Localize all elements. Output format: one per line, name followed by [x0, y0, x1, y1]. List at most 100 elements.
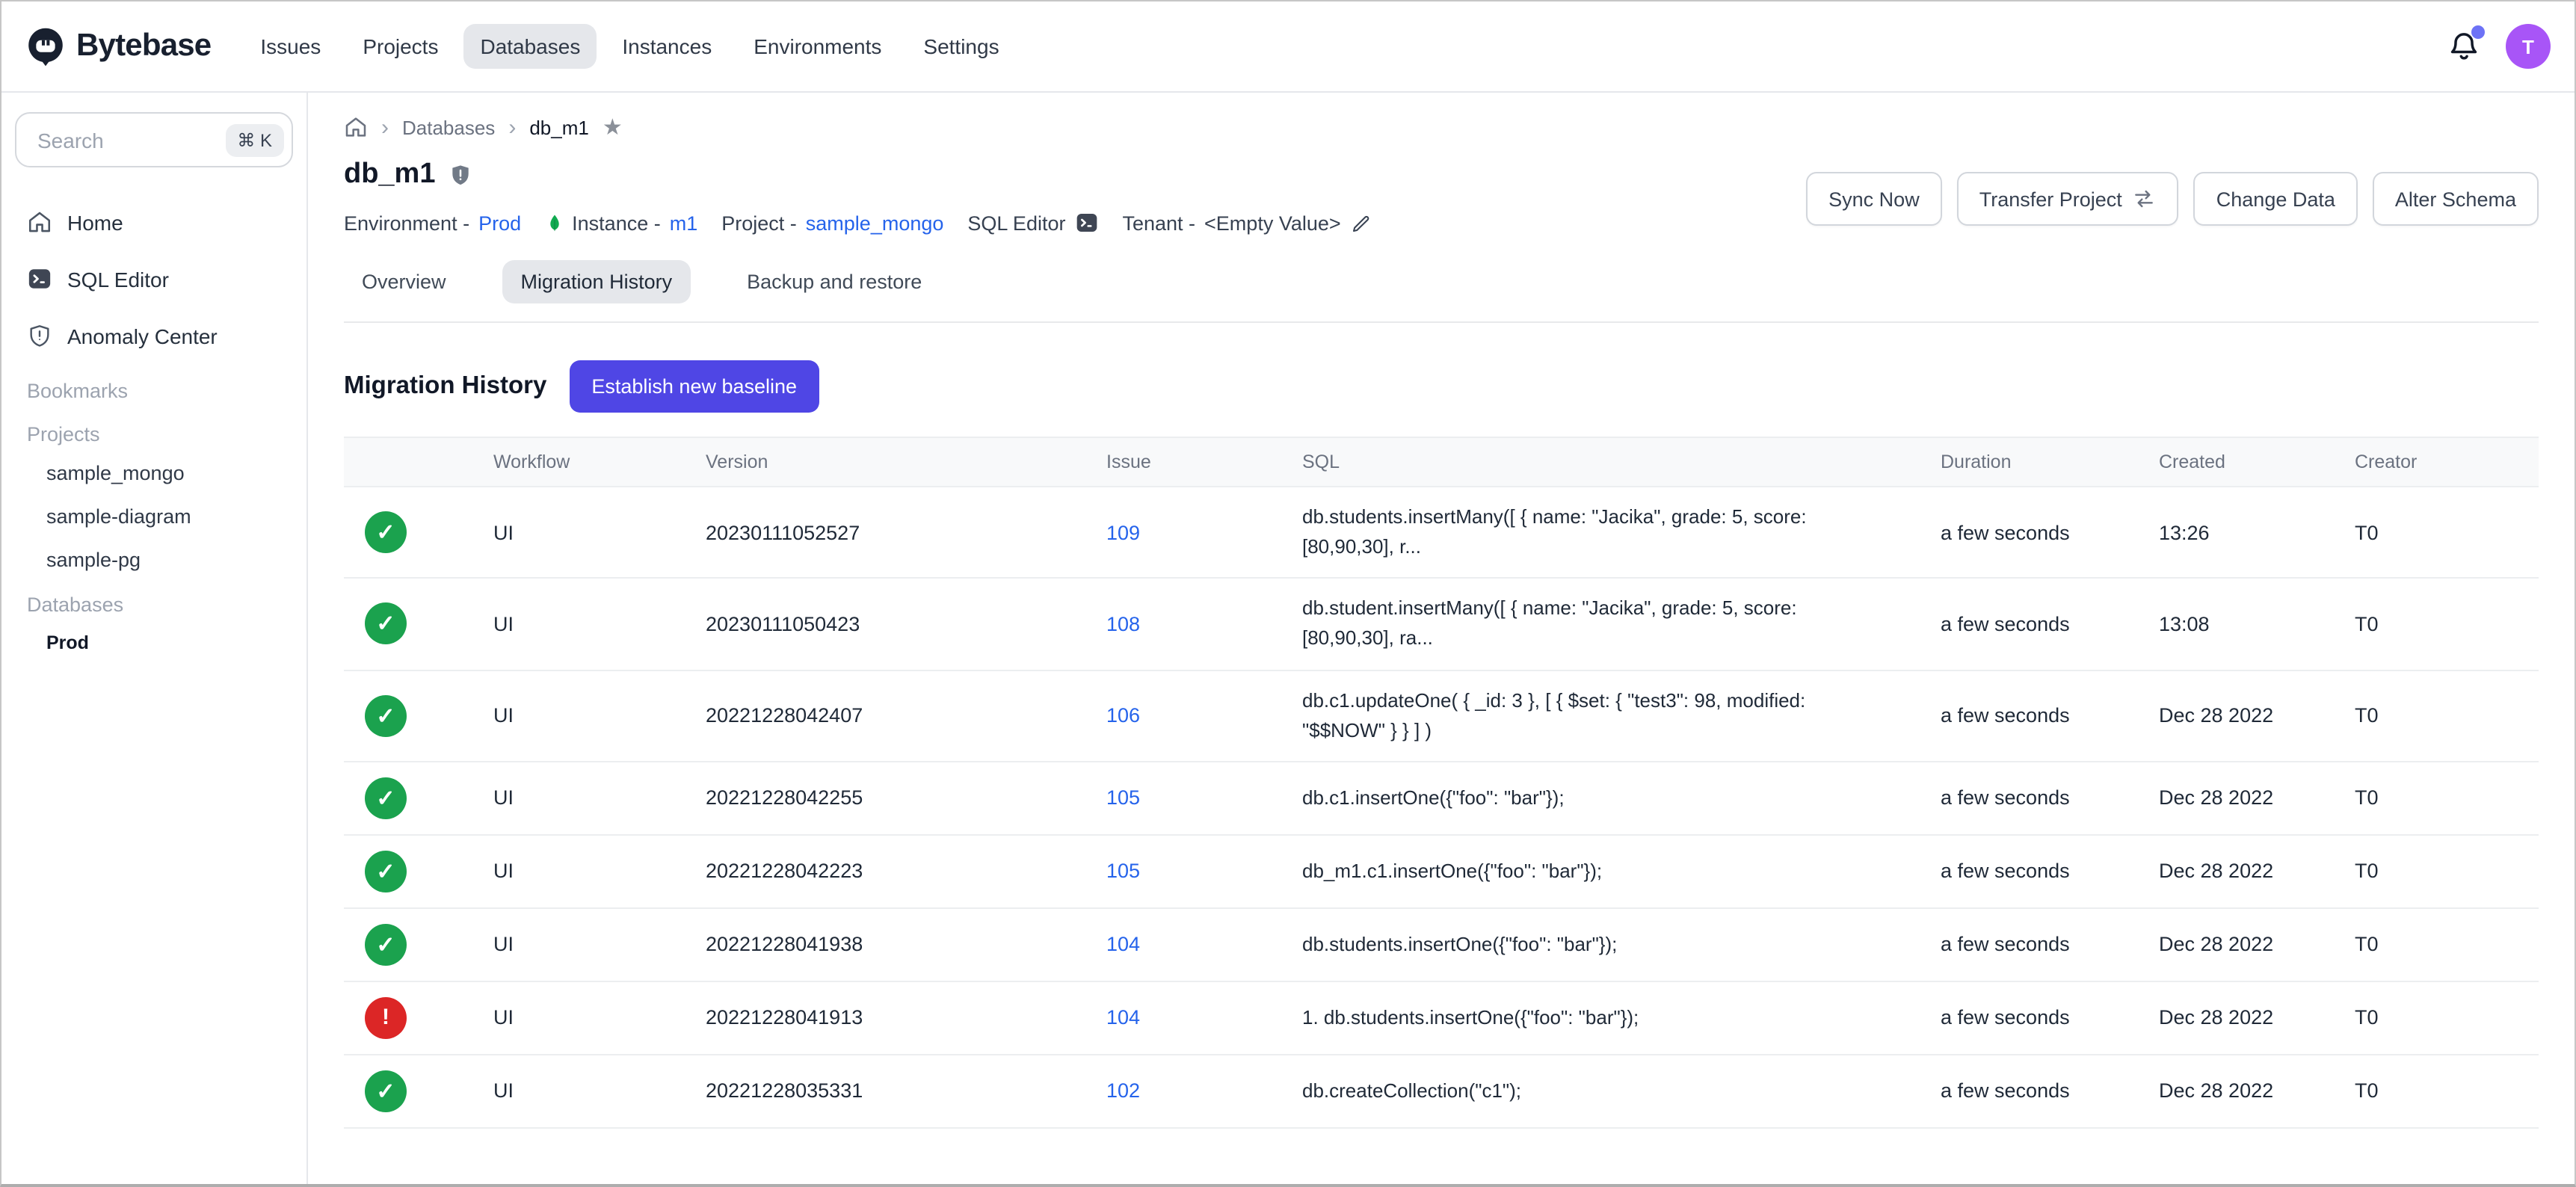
workflow-cell: UI [493, 598, 706, 650]
version-cell: 20221228041913 [706, 992, 1106, 1044]
alter-schema-button[interactable]: Alter Schema [2373, 172, 2539, 226]
table-header-row: Workflow Version Issue SQL Duration Crea… [344, 438, 2539, 487]
meta-environment: Environment - Prod [344, 212, 521, 234]
tab-overview[interactable]: Overview [344, 260, 464, 303]
duration-cell: a few seconds [1941, 1065, 2159, 1117]
action-buttons: Sync Now Transfer Project Change Data Al… [1806, 172, 2539, 226]
issue-link[interactable]: 108 [1106, 613, 1140, 635]
issue-cell: 105 [1106, 845, 1302, 898]
nav-issues[interactable]: Issues [244, 24, 337, 69]
issue-link[interactable]: 106 [1106, 704, 1140, 727]
nav-environments[interactable]: Environments [737, 24, 898, 69]
instance-link[interactable]: m1 [670, 212, 698, 234]
sidebar-item-sql-editor[interactable]: SQL Editor [15, 257, 293, 300]
nav-instances[interactable]: Instances [606, 24, 728, 69]
duration-cell: a few seconds [1941, 772, 2159, 824]
search-box: ⌘ K [15, 112, 293, 167]
nav-projects[interactable]: Projects [346, 24, 455, 69]
table-row: ✓ UI 20221228042255 105 db.c1.insertOne(… [344, 762, 2539, 836]
meta-sql-editor[interactable]: SQL Editor [967, 211, 1098, 235]
issue-link[interactable]: 104 [1106, 1007, 1140, 1029]
version-cell: 20221228042255 [706, 772, 1106, 824]
issue-link[interactable]: 104 [1106, 934, 1140, 956]
workflow-cell: UI [493, 845, 706, 898]
status-cell: ✓ [344, 909, 493, 981]
status-cell: ✓ [344, 762, 493, 834]
breadcrumb-databases[interactable]: Databases [402, 116, 495, 138]
table-row: ✓ UI 20221228035331 102 db.createCollect… [344, 1055, 2539, 1129]
user-avatar[interactable]: T [2506, 24, 2551, 69]
header-created: Created [2159, 438, 2355, 486]
tab-migration-history[interactable]: Migration History [503, 260, 691, 303]
table-row: ! UI 20221228041913 104 1. db.students.i… [344, 982, 2539, 1055]
nav-settings[interactable]: Settings [907, 24, 1015, 69]
tab-backup-and-restore[interactable]: Backup and restore [729, 260, 940, 303]
sidebar-project-sample-pg[interactable]: sample-pg [15, 541, 293, 579]
project-link[interactable]: sample_mongo [806, 212, 944, 234]
sidebar-item-label: SQL Editor [67, 267, 169, 291]
sidebar-item-anomaly-center[interactable]: Anomaly Center [15, 314, 293, 357]
issue-link[interactable]: 105 [1106, 860, 1140, 883]
issue-cell: 104 [1106, 919, 1302, 971]
table-row: ✓ UI 20230111052527 109 db.students.inse… [344, 487, 2539, 579]
sidebar-item-home[interactable]: Home [15, 200, 293, 244]
home-icon [27, 209, 52, 235]
star-icon[interactable]: ★ [603, 116, 623, 138]
tenant-label: Tenant - [1122, 212, 1195, 234]
header-version: Version [706, 438, 1106, 486]
sidebar-database-prod[interactable]: Prod [15, 625, 293, 661]
pencil-icon[interactable] [1350, 212, 1372, 234]
created-cell: Dec 28 2022 [2159, 689, 2355, 742]
sidebar-section-projects: Projects [15, 414, 293, 454]
version-cell: 20230111050423 [706, 598, 1106, 650]
creator-cell: T0 [2355, 689, 2539, 742]
sql-cell: db.students.insertMany([ { name: "Jacika… [1302, 487, 1941, 578]
issue-link[interactable]: 109 [1106, 521, 1140, 543]
status-icon: ! [365, 997, 407, 1039]
notification-bell-button[interactable] [2447, 30, 2480, 63]
main-content: › Databases › db_m1 ★ db_m1 [308, 93, 2575, 1184]
issue-link[interactable]: 105 [1106, 787, 1140, 810]
duration-cell: a few seconds [1941, 919, 2159, 971]
sync-now-button[interactable]: Sync Now [1806, 172, 1942, 226]
created-cell: 13:08 [2159, 598, 2355, 650]
sql-cell: db.createCollection("c1"); [1302, 1061, 1941, 1121]
issue-cell: 108 [1106, 598, 1302, 650]
issue-cell: 102 [1106, 1065, 1302, 1117]
bytebase-logo[interactable]: Bytebase [25, 26, 211, 67]
duration-cell: a few seconds [1941, 689, 2159, 742]
change-data-button[interactable]: Change Data [2194, 172, 2358, 226]
version-cell: 20221228041938 [706, 919, 1106, 971]
terminal-icon [27, 266, 52, 292]
transfer-project-label: Transfer Project [1979, 188, 2122, 210]
header-issue: Issue [1106, 438, 1302, 486]
shield-icon [449, 161, 473, 188]
establish-baseline-button[interactable]: Establish new baseline [569, 360, 819, 413]
bytebase-logo-icon [25, 26, 66, 67]
version-cell: 20221228035331 [706, 1065, 1106, 1117]
top-navbar: Bytebase Issues Projects Databases Insta… [1, 1, 2575, 93]
bytebase-app: Bytebase Issues Projects Databases Insta… [0, 0, 2576, 1187]
sidebar-project-sample-diagram[interactable]: sample-diagram [15, 498, 293, 535]
sidebar-project-sample-mongo[interactable]: sample_mongo [15, 454, 293, 492]
workflow-cell: UI [493, 506, 706, 558]
chevron-right-icon: › [508, 116, 516, 138]
table-row: ✓ UI 20221228041938 104 db.students.inse… [344, 909, 2539, 982]
nav-databases[interactable]: Databases [463, 24, 597, 69]
table-row: ✓ UI 20230111050423 108 db.student.inser… [344, 579, 2539, 671]
workflow-cell: UI [493, 689, 706, 742]
created-cell: Dec 28 2022 [2159, 919, 2355, 971]
status-icon: ✓ [365, 777, 407, 819]
creator-cell: T0 [2355, 772, 2539, 824]
search-input[interactable] [34, 126, 225, 153]
table-row: ✓ UI 20221228042407 106 db.c1.updateOne(… [344, 670, 2539, 762]
transfer-project-button[interactable]: Transfer Project [1957, 172, 2179, 226]
status-cell: ✓ [344, 1055, 493, 1127]
issue-link[interactable]: 102 [1106, 1080, 1140, 1103]
environment-link[interactable]: Prod [478, 212, 521, 234]
shield-alert-icon [27, 323, 52, 348]
home-icon[interactable] [344, 115, 368, 139]
mongodb-leaf-icon [545, 209, 563, 236]
table-body: ✓ UI 20230111052527 109 db.students.inse… [344, 487, 2539, 1129]
meta-project: Project - sample_mongo [721, 212, 943, 234]
